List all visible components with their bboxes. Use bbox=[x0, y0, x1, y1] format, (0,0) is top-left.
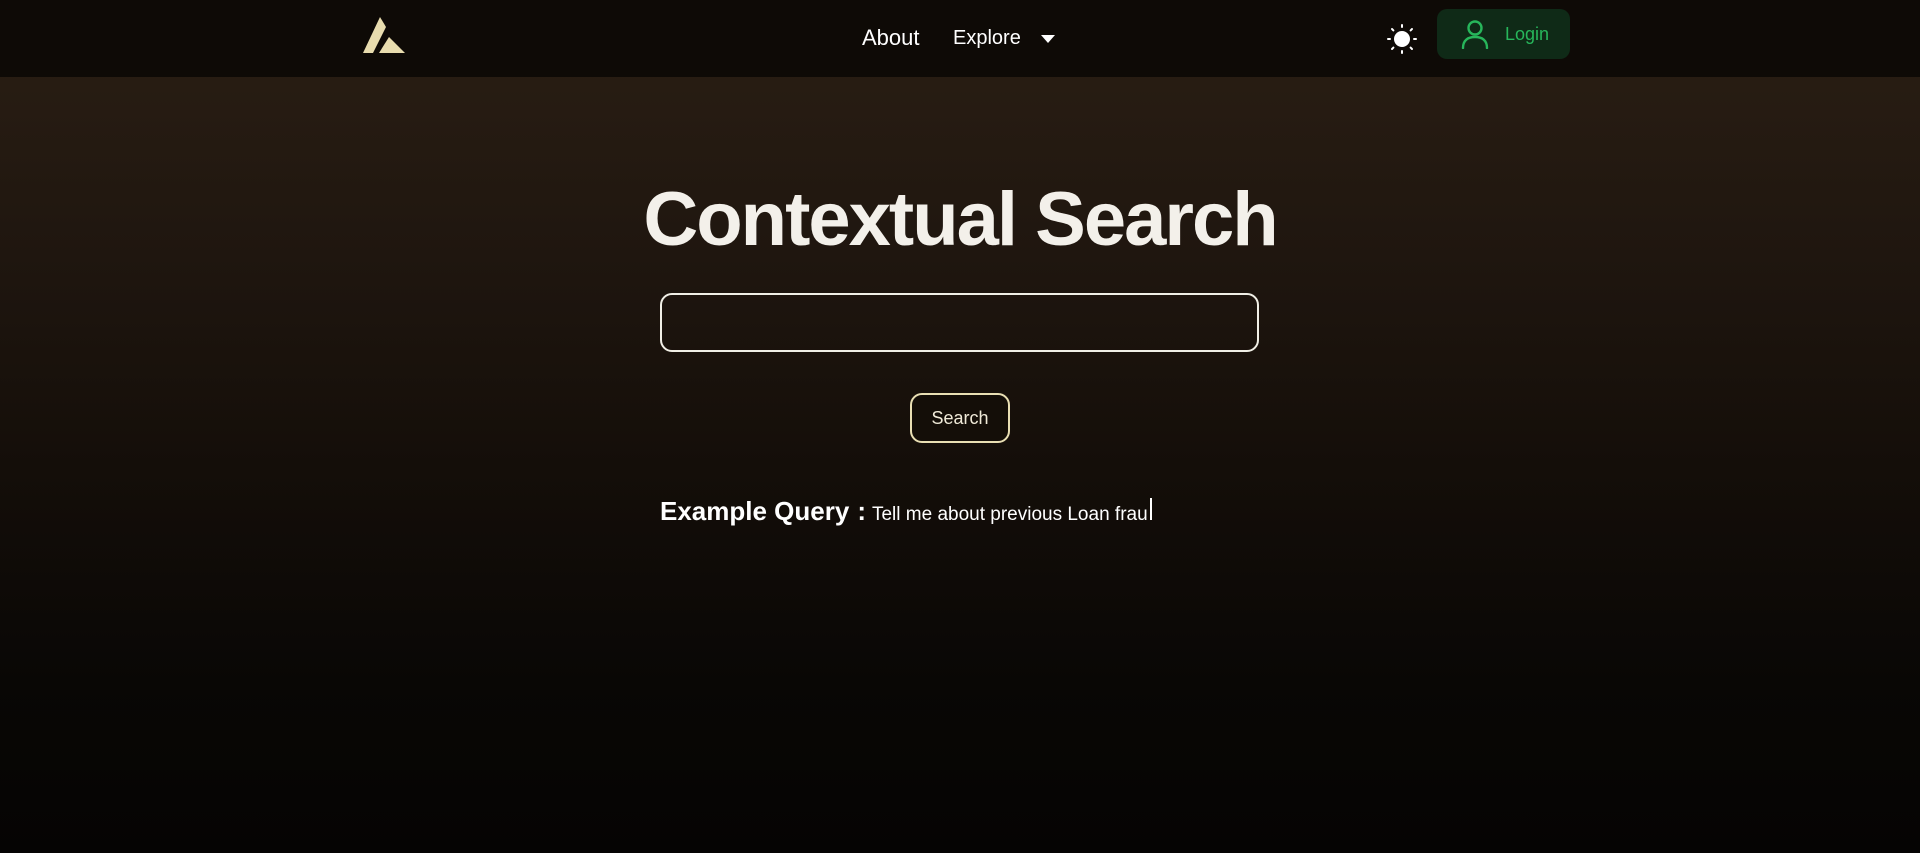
chevron-down-icon bbox=[1040, 34, 1055, 43]
page: About Explore Login Contextual Search Se… bbox=[0, 0, 1920, 853]
nav-about-link[interactable]: About bbox=[862, 25, 920, 51]
nav-explore-dropdown[interactable]: Explore bbox=[953, 27, 1055, 50]
typing-cursor bbox=[1149, 498, 1152, 520]
user-icon bbox=[1461, 20, 1489, 49]
login-button[interactable]: Login bbox=[1437, 9, 1570, 59]
page-title: Contextual Search bbox=[643, 177, 1278, 262]
search-button[interactable]: Search bbox=[910, 393, 1010, 443]
nav-about-label: About bbox=[862, 25, 920, 50]
navbar: About Explore Login bbox=[0, 0, 1920, 77]
login-label: Login bbox=[1505, 23, 1550, 44]
logo-icon[interactable] bbox=[363, 17, 405, 55]
sun-icon[interactable] bbox=[1387, 24, 1417, 54]
nav-explore-label: Explore bbox=[953, 27, 1021, 49]
search-input[interactable] bbox=[660, 293, 1259, 352]
example-query: Example Query : Tell me about previous L… bbox=[660, 496, 1152, 527]
example-query-label: Example Query bbox=[660, 496, 850, 526]
example-query-separator: : bbox=[857, 496, 866, 526]
example-query-text: Tell me about previous Loan frau bbox=[871, 504, 1148, 525]
